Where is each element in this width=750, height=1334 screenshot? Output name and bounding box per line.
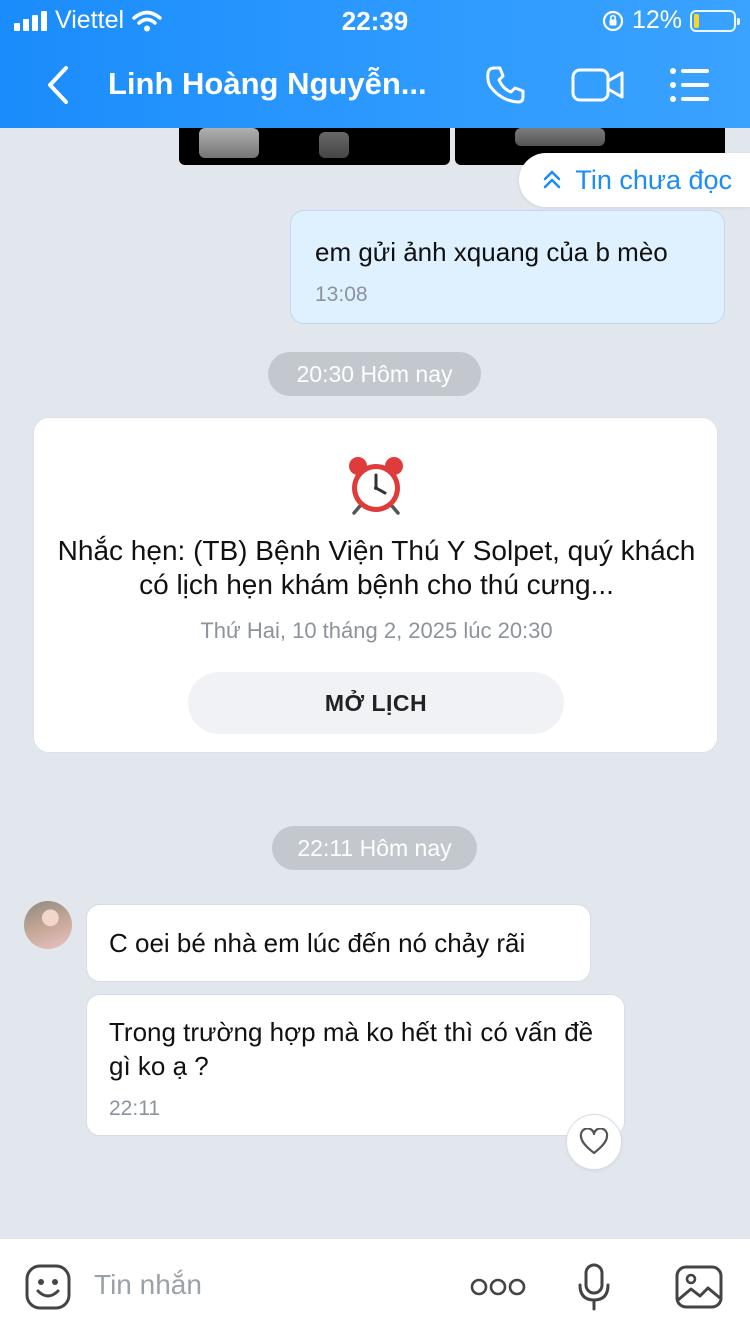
chevron-left-icon[interactable]	[40, 62, 80, 108]
alarm-clock-icon	[349, 457, 403, 515]
message-list[interactable]: Tin chưa đọc em gửi ảnh xquang của b mèo…	[0, 128, 750, 1238]
message-text: em gửi ảnh xquang của b mèo	[315, 237, 668, 267]
message-input[interactable]: Tin nhắn	[94, 1269, 202, 1301]
message-text: Trong trường hợp mà ko hết thì có vấn đề…	[109, 1017, 594, 1081]
phone-icon[interactable]	[482, 62, 532, 108]
reminder-card[interactable]: Nhắc hẹn: (TB) Bệnh Viện Thú Y Solpet, q…	[33, 417, 718, 753]
nav-bar: Linh Hoàng Nguyễn...	[0, 42, 750, 128]
xray-image[interactable]	[179, 128, 450, 165]
list-menu-icon[interactable]	[666, 62, 716, 108]
message-time: 22:11	[109, 1097, 160, 1120]
avatar[interactable]	[24, 901, 72, 949]
reminder-date: Thứ Hai, 10 tháng 2, 2025 lúc 20:30	[200, 618, 553, 643]
orientation-lock-icon	[602, 10, 624, 31]
message-time: 13:08	[315, 283, 368, 306]
sticker-icon[interactable]	[24, 1261, 72, 1313]
message-text: C oei bé nhà em lúc đến nó chảy rãi	[109, 928, 526, 958]
outgoing-message[interactable]: em gửi ảnh xquang của b mèo 13:08	[290, 210, 725, 324]
like-reaction-button[interactable]	[566, 1114, 622, 1170]
microphone-icon[interactable]	[576, 1261, 612, 1313]
video-icon[interactable]	[570, 62, 626, 108]
battery-level	[694, 13, 699, 28]
unread-label: Tin chưa đọc	[575, 164, 732, 195]
double-chevron-up-icon	[544, 170, 561, 189]
battery-percent: 12%	[631, 6, 682, 34]
status-right: 12%	[602, 6, 740, 35]
unread-messages-button[interactable]: Tin chưa đọc	[519, 153, 750, 207]
battery-icon	[690, 9, 740, 32]
message-input-bar: Tin nhắn	[0, 1238, 750, 1334]
date-separator: 22:11 Hôm nay	[272, 826, 477, 870]
conversation-title[interactable]: Linh Hoàng Nguyễn...	[108, 66, 428, 102]
reminder-title: Nhắc hẹn: (TB) Bệnh Viện Thú Y Solpet, q…	[57, 535, 696, 600]
incoming-message[interactable]: Trong trường hợp mà ko hết thì có vấn đề…	[86, 994, 625, 1136]
status-bar: Viettel 22:39 12%	[0, 0, 750, 42]
open-calendar-button[interactable]: MỞ LỊCH	[188, 672, 564, 734]
date-separator: 20:30 Hôm nay	[268, 352, 481, 396]
incoming-message[interactable]: C oei bé nhà em lúc đến nó chảy rãi	[86, 904, 591, 982]
chat-header: Viettel 22:39 12% Linh Hoàng Nguyễn...	[0, 0, 750, 128]
image-icon[interactable]	[674, 1261, 724, 1313]
heart-icon	[579, 1128, 609, 1155]
more-dots-icon[interactable]	[470, 1261, 526, 1313]
